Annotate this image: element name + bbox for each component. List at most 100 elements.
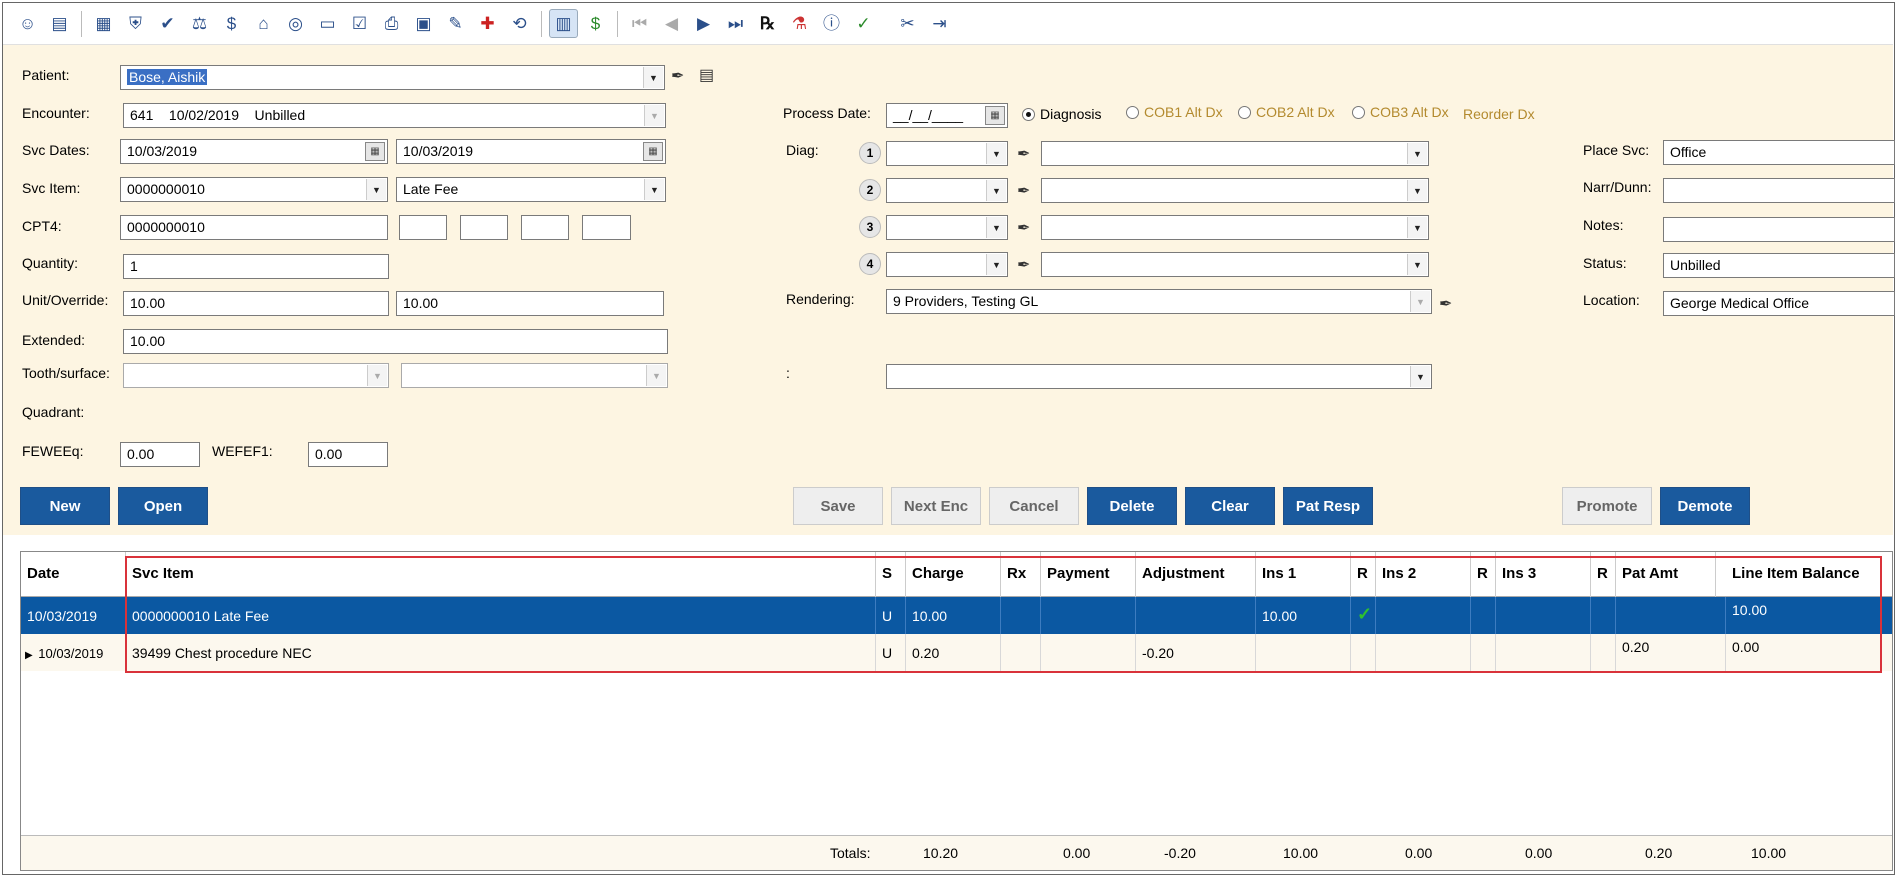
override-price-field[interactable]: 10.00 <box>396 291 664 316</box>
reverse-icon[interactable]: ⟲ <box>505 9 534 38</box>
radio-cob1[interactable]: COB1 Alt Dx <box>1126 104 1223 120</box>
col-header-pat-amt[interactable]: Pat Amt <box>1616 552 1716 597</box>
diag-4-desc-combo[interactable]: ▼ <box>1041 252 1429 277</box>
narr-dunn-field[interactable] <box>1663 178 1895 203</box>
calendar-grid-icon[interactable]: ▦ <box>89 9 118 38</box>
last-icon[interactable]: ⏭ <box>721 9 750 38</box>
card-icon[interactable]: ▤ <box>45 9 74 38</box>
process-date-field[interactable]: __/__/____ ▦ <box>886 103 1008 128</box>
save-button[interactable]: Save <box>793 487 883 525</box>
table-icon[interactable]: ▥ <box>549 9 578 38</box>
shield-icon[interactable]: ⛨ <box>121 9 150 38</box>
flashlight-icon[interactable]: ✒ <box>1439 294 1452 314</box>
feweeq-field[interactable]: 0.00 <box>120 442 200 467</box>
chevron-down-icon[interactable]: ▼ <box>644 105 664 126</box>
notes-field[interactable] <box>1663 217 1895 242</box>
col-header-adjustment[interactable]: Adjustment <box>1136 552 1256 597</box>
col-header-s[interactable]: S <box>876 552 906 597</box>
printer-icon[interactable]: ⎙ <box>377 9 406 38</box>
col-header-date[interactable]: Date <box>21 552 126 597</box>
tooth-combo[interactable]: ▼ <box>123 363 389 388</box>
checklist-icon[interactable]: ☑ <box>345 9 374 38</box>
flashlight-icon[interactable]: ✒ <box>1017 255 1030 275</box>
scales-icon[interactable]: ⚖ <box>185 9 214 38</box>
patient-icon[interactable]: ☺ <box>13 9 42 38</box>
chevron-down-icon[interactable]: ▼ <box>367 365 387 386</box>
table-row[interactable]: ▶ 10/03/2019 39499 Chest procedure NEC U… <box>21 634 1892 671</box>
demote-button[interactable]: Demote <box>1660 487 1750 525</box>
modifier-3-field[interactable] <box>521 215 569 240</box>
flashlight-icon[interactable]: ✒ <box>1017 218 1030 238</box>
shield-check-icon[interactable]: ✔ <box>153 9 182 38</box>
chevron-down-icon[interactable]: ▼ <box>646 365 666 386</box>
svc-item-code-combo[interactable]: 0000000010 ▼ <box>120 177 388 202</box>
svc-date-from-field[interactable]: 10/03/2019 ▦ <box>120 139 388 164</box>
exit-icon[interactable]: ⇥ <box>925 9 954 38</box>
modifier-1-field[interactable] <box>399 215 447 240</box>
radio-diagnosis[interactable]: Diagnosis <box>1022 106 1101 122</box>
chevron-down-icon[interactable]: ▼ <box>1407 143 1427 164</box>
chart-check-icon[interactable]: ✓ <box>849 9 878 38</box>
radio-cob3[interactable]: COB3 Alt Dx <box>1352 104 1449 120</box>
flask-icon[interactable]: ⚗ <box>785 9 814 38</box>
first-icon[interactable]: ⏮ <box>625 9 654 38</box>
col-header-svc-item[interactable]: Svc Item <box>126 552 876 597</box>
flashlight-icon[interactable]: ✒ <box>1017 144 1030 164</box>
chevron-down-icon[interactable]: ▼ <box>1410 366 1430 387</box>
col-header-r1[interactable]: R <box>1351 552 1376 597</box>
rx-icon[interactable]: ℞ <box>753 9 782 38</box>
extra-combo[interactable]: ▼ <box>886 364 1432 389</box>
chevron-down-icon[interactable]: ▼ <box>986 180 1006 201</box>
ticket-icon[interactable]: ✂ <box>893 9 922 38</box>
user-dollar-icon[interactable]: $ <box>217 9 246 38</box>
surface-combo[interactable]: ▼ <box>401 363 668 388</box>
col-header-rx[interactable]: Rx <box>1001 552 1041 597</box>
quantity-field[interactable]: 1 <box>123 254 389 279</box>
chevron-down-icon[interactable]: ▼ <box>366 179 386 200</box>
chevron-down-icon[interactable]: ▼ <box>643 67 663 88</box>
diag-4-code-combo[interactable]: ▼ <box>886 252 1008 277</box>
rendering-combo[interactable]: 9 Providers, Testing GL ▼ <box>886 289 1432 314</box>
col-header-r2[interactable]: R <box>1471 552 1496 597</box>
chevron-down-icon[interactable]: ▼ <box>986 254 1006 275</box>
pat-resp-button[interactable]: Pat Resp <box>1283 487 1373 525</box>
tag-icon[interactable]: ✎ <box>441 9 470 38</box>
diag-3-code-combo[interactable]: ▼ <box>886 215 1008 240</box>
col-header-r3[interactable]: R <box>1591 552 1616 597</box>
cpt4-field[interactable]: 0000000010 <box>120 215 388 240</box>
dollar-icon[interactable]: $ <box>581 9 610 38</box>
flashlight-icon[interactable]: ✒ <box>671 66 684 86</box>
calendar-icon[interactable]: ▦ <box>985 106 1005 125</box>
reorder-dx-link[interactable]: Reorder Dx <box>1463 106 1535 122</box>
radio-cob2[interactable]: COB2 Alt Dx <box>1238 104 1335 120</box>
wefef1-field[interactable]: 0.00 <box>308 442 388 467</box>
open-button[interactable]: Open <box>118 487 208 525</box>
next-enc-button[interactable]: Next Enc <box>891 487 981 525</box>
col-header-charge[interactable]: Charge <box>906 552 1001 597</box>
diag-1-desc-combo[interactable]: ▼ <box>1041 141 1429 166</box>
clear-button[interactable]: Clear <box>1185 487 1275 525</box>
col-header-ins3[interactable]: Ins 3 <box>1496 552 1591 597</box>
new-button[interactable]: New <box>20 487 110 525</box>
calendar-icon[interactable]: ▦ <box>643 142 663 161</box>
flashlight-icon[interactable]: ✒ <box>1017 181 1030 201</box>
place-svc-field[interactable]: Office <box>1663 140 1895 165</box>
diag-1-code-combo[interactable]: ▼ <box>886 141 1008 166</box>
col-header-ins2[interactable]: Ins 2 <box>1376 552 1471 597</box>
col-header-ins1[interactable]: Ins 1 <box>1256 552 1351 597</box>
svc-date-to-field[interactable]: 10/03/2019 ▦ <box>396 139 666 164</box>
monitor-icon[interactable]: ▣ <box>409 9 438 38</box>
modifier-4-field[interactable] <box>582 215 631 240</box>
bank-icon[interactable]: ⌂ <box>249 9 278 38</box>
ledger-icon[interactable]: ▭ <box>313 9 342 38</box>
modifier-2-field[interactable] <box>460 215 508 240</box>
chevron-down-icon[interactable]: ▼ <box>986 217 1006 238</box>
location-field[interactable]: George Medical Office <box>1663 291 1895 316</box>
chevron-down-icon[interactable]: ▼ <box>1407 217 1427 238</box>
medical-plus-icon[interactable]: ✚ <box>473 9 502 38</box>
chevron-down-icon[interactable]: ▼ <box>1407 180 1427 201</box>
diag-2-desc-combo[interactable]: ▼ <box>1041 178 1429 203</box>
table-row[interactable]: 10/03/2019 0000000010 Late Fee U 10.00 1… <box>21 597 1892 634</box>
diag-3-desc-combo[interactable]: ▼ <box>1041 215 1429 240</box>
chevron-down-icon[interactable]: ▼ <box>1407 254 1427 275</box>
